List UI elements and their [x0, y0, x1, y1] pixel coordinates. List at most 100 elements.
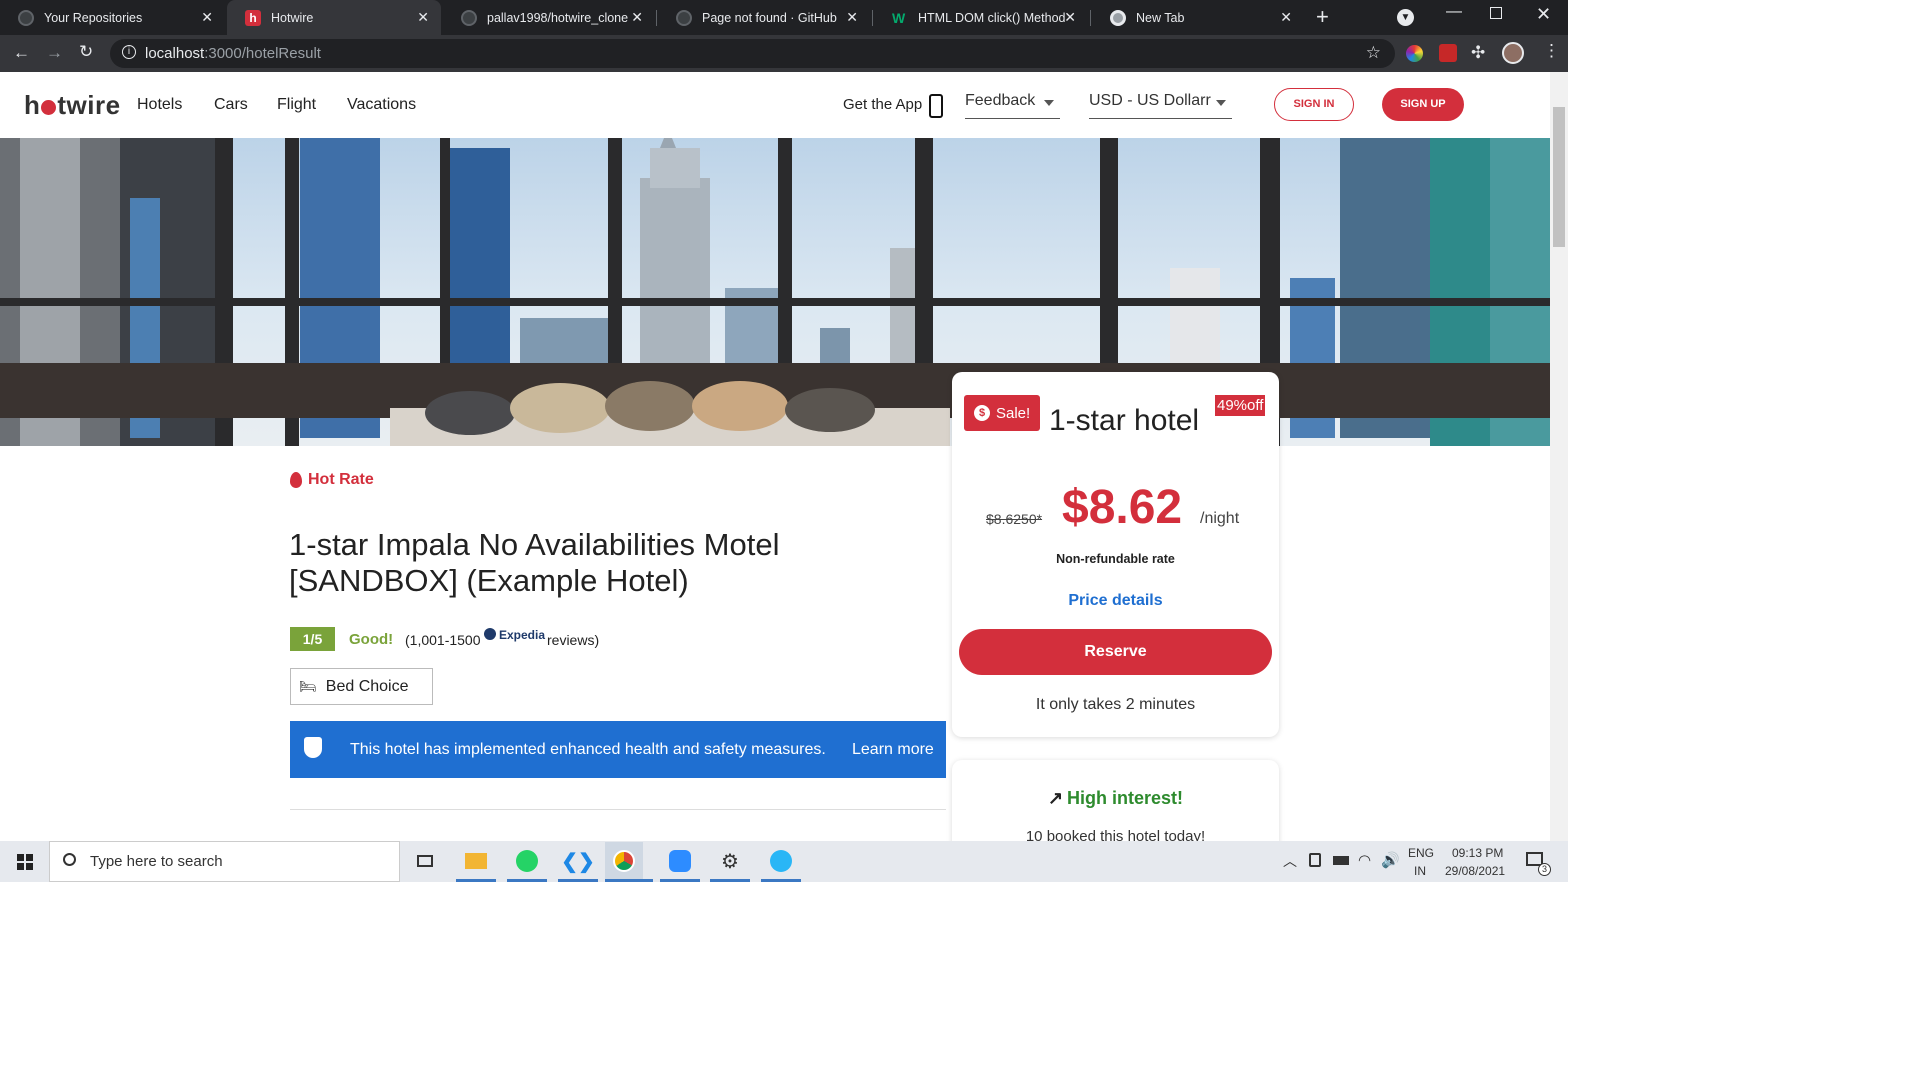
score-word: Good!	[349, 631, 394, 648]
expedia-label: Expedia	[499, 628, 546, 642]
tab-hotwire-clone[interactable]: pallav1998/hotwire_clone ✕	[443, 0, 655, 35]
chevron-down-icon	[1044, 100, 1054, 106]
chrome-taskbar-icon[interactable]	[605, 842, 643, 880]
app-icon[interactable]	[767, 847, 795, 875]
github-icon	[461, 9, 477, 26]
bed-choice-label: Bed Choice	[325, 677, 409, 695]
github-icon	[18, 9, 34, 26]
bookmark-star-icon[interactable]: ☆	[1366, 43, 1381, 63]
tab-html-dom-click[interactable]: W HTML DOM click() Method ✕	[874, 0, 1088, 35]
feedback-dropdown[interactable]: Feedback	[965, 92, 1060, 119]
guest-score-badge: 1/5	[290, 627, 335, 651]
settings-gear-icon[interactable]: ⚙	[716, 847, 744, 875]
whatsapp-icon[interactable]	[513, 847, 541, 875]
hotwire-logo[interactable]: h twire	[24, 90, 121, 121]
extensions-puzzle-icon[interactable]: ✣	[1471, 43, 1485, 63]
wifi-icon[interactable]: ◠	[1358, 851, 1371, 869]
nav-flight[interactable]: Flight	[277, 96, 316, 114]
extension-icon[interactable]	[1439, 44, 1457, 62]
browser-menu-icon[interactable]: ⋮	[1543, 41, 1560, 61]
takes-minutes-text: It only takes 2 minutes	[1035, 696, 1196, 713]
battery-icon[interactable]	[1333, 856, 1349, 865]
window-close-icon[interactable]: ✕	[1536, 4, 1551, 25]
url-host: localhost	[145, 45, 205, 62]
task-view-icon[interactable]	[411, 847, 439, 875]
taskbar-search-box[interactable]: Type here to search	[49, 841, 400, 882]
color-picker-extension-icon[interactable]	[1406, 45, 1423, 62]
zoom-icon[interactable]	[666, 847, 694, 875]
running-indicator	[710, 879, 750, 882]
vscode-icon[interactable]: ❮❯	[561, 847, 595, 875]
restore-icon[interactable]	[1490, 7, 1502, 19]
tab-separator	[656, 10, 657, 26]
nav-vacations[interactable]: Vacations	[347, 96, 416, 114]
windows-taskbar: Type here to search ❮❯ ⚙ ︿ ◠ 🔊 ENG IN 09…	[0, 841, 1568, 882]
bed-icon: 🛏	[299, 678, 317, 694]
expedia-logo-icon	[484, 628, 496, 640]
tab-new-tab[interactable]: New Tab ✕	[1092, 0, 1304, 35]
close-tab-icon[interactable]: ✕	[1064, 9, 1076, 26]
scrollbar-thumb[interactable]	[1553, 107, 1565, 247]
price-details-link[interactable]: Price details	[952, 592, 1279, 610]
close-tab-icon[interactable]: ✕	[846, 9, 858, 26]
sale-label: Sale!	[996, 404, 1031, 422]
profile-avatar[interactable]	[1502, 42, 1524, 64]
tab-your-repositories[interactable]: Your Repositories ✕	[0, 0, 225, 35]
close-tab-icon[interactable]: ✕	[1280, 9, 1292, 26]
tab-search-icon[interactable]: ▼	[1397, 9, 1414, 26]
windows-start-icon[interactable]	[17, 854, 33, 870]
reload-icon[interactable]: ↻	[79, 42, 93, 62]
logo-dot-icon	[41, 100, 57, 115]
safety-text: This hotel has implemented enhanced heal…	[350, 741, 826, 758]
reserve-button[interactable]: Reserve	[959, 629, 1272, 675]
nav-cars[interactable]: Cars	[214, 96, 248, 114]
close-tab-icon[interactable]: ✕	[201, 9, 213, 26]
sign-up-button[interactable]: SIGN UP	[1382, 88, 1464, 121]
site-info-icon[interactable]: i	[122, 45, 136, 59]
hero-illustration	[0, 138, 1550, 446]
address-bar[interactable]: i localhost:3000/hotelResult ☆	[110, 39, 1395, 68]
sign-in-button[interactable]: SIGN IN	[1274, 88, 1354, 121]
clock-date: 29/08/2021	[1445, 864, 1506, 878]
section-divider	[290, 809, 946, 810]
hotel-title: 1-star Impala No Availabilities Motel [S…	[289, 527, 779, 599]
tab-page-not-found[interactable]: Page not found · GitHub ✕	[658, 0, 870, 35]
clock-time[interactable]: 09:13 PM	[1452, 846, 1503, 860]
close-tab-icon[interactable]: ✕	[417, 9, 429, 26]
tab-separator	[1090, 10, 1091, 26]
page-scrollbar[interactable]	[1550, 72, 1568, 841]
currency-label: USD - US Dollarr	[1089, 92, 1211, 109]
file-explorer-icon[interactable]	[462, 847, 490, 875]
minimize-icon[interactable]: —	[1446, 3, 1462, 21]
forward-arrow-icon[interactable]: →	[46, 43, 63, 63]
get-the-app-link[interactable]: Get the App	[843, 96, 922, 113]
currency-dropdown[interactable]: USD - US Dollarr	[1089, 92, 1232, 119]
meet-now-icon[interactable]	[1309, 853, 1321, 867]
search-icon	[63, 853, 76, 866]
hotel-title-line2: [SANDBOX] (Example Hotel)	[289, 563, 689, 598]
learn-more-link[interactable]: Learn more	[852, 741, 934, 759]
hotel-hero-image	[0, 138, 1550, 446]
notification-count-badge: 3	[1538, 863, 1551, 876]
close-tab-icon[interactable]: ✕	[631, 9, 643, 26]
reviews-count: (1,001-1500	[405, 632, 481, 648]
running-indicator	[456, 879, 496, 882]
github-icon	[676, 9, 692, 26]
running-indicator	[605, 879, 653, 882]
back-arrow-icon[interactable]: ←	[13, 43, 30, 63]
dollar-circle-icon: $	[974, 405, 990, 421]
language-indicator-top[interactable]: ENG	[1408, 846, 1434, 860]
reviews-suffix: reviews)	[547, 632, 600, 648]
w3schools-icon: W	[892, 9, 906, 26]
current-price: $8.62	[1062, 481, 1183, 534]
nav-hotels[interactable]: Hotels	[137, 96, 182, 114]
tray-chevron-up-icon[interactable]: ︿	[1283, 851, 1297, 871]
volume-icon[interactable]: 🔊	[1381, 851, 1400, 869]
tab-hotwire[interactable]: h Hotwire ✕	[227, 0, 441, 35]
running-indicator	[507, 879, 547, 882]
discount-badge: 49%off	[1215, 395, 1266, 416]
phone-icon	[929, 94, 943, 118]
trending-up-icon: ↗	[1047, 788, 1064, 808]
new-tab-plus-icon[interactable]: +	[1316, 4, 1329, 30]
language-indicator-bottom: IN	[1414, 864, 1426, 878]
